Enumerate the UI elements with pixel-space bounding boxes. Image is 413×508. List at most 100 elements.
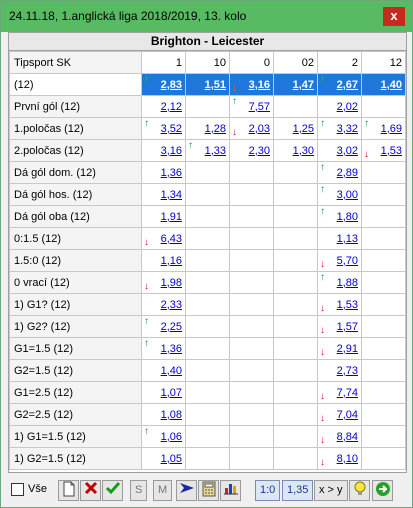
- odds-link[interactable]: 1,08: [161, 409, 182, 421]
- odds-cell-1[interactable]: 1,40: [141, 359, 186, 382]
- odds-cell-02[interactable]: 1,30: [273, 139, 318, 162]
- odds-link[interactable]: 3,16: [249, 79, 270, 91]
- chart-button[interactable]: [220, 480, 241, 501]
- odds-link[interactable]: 1,13: [337, 233, 358, 245]
- odds-link[interactable]: 3,32: [337, 123, 358, 135]
- delete-button[interactable]: [80, 480, 101, 501]
- odds-link[interactable]: 1,69: [381, 123, 402, 135]
- odds-link[interactable]: 8,84: [337, 431, 358, 443]
- odds-cell-2[interactable]: ↑ 3,32: [317, 117, 362, 140]
- compare-button[interactable]: x > y: [314, 480, 348, 501]
- odds-link[interactable]: 3,02: [337, 145, 358, 157]
- odds-cell-1[interactable]: ↓ 1,98: [141, 271, 186, 294]
- odds-link[interactable]: 2,89: [337, 167, 358, 179]
- odds-link[interactable]: 1,06: [161, 431, 182, 443]
- odds-cell-0[interactable]: 2,30: [229, 139, 274, 162]
- odds-cell-2[interactable]: ↑ 1,80: [317, 205, 362, 228]
- calculator-button[interactable]: [198, 480, 219, 501]
- odds-cell-10[interactable]: 1,51: [185, 73, 230, 96]
- odds-cell-1[interactable]: 1,16: [141, 249, 186, 272]
- odds-cell-2[interactable]: ↓ 8,84: [317, 425, 362, 448]
- odds-cell-1[interactable]: 1,08: [141, 403, 186, 426]
- odds-link[interactable]: 2,12: [161, 101, 182, 113]
- odds-link[interactable]: 1,05: [161, 453, 182, 465]
- close-button[interactable]: x: [383, 7, 405, 26]
- odds-cell-2[interactable]: ↑ 1,88: [317, 271, 362, 294]
- col-header-12[interactable]: 12: [361, 51, 406, 74]
- odds-link[interactable]: 1,51: [205, 79, 226, 91]
- odds-link[interactable]: 3,52: [161, 123, 182, 135]
- odds-cell-2[interactable]: 2,73: [317, 359, 362, 382]
- send-button[interactable]: [176, 480, 197, 501]
- odds-cell-10[interactable]: 1,28: [185, 117, 230, 140]
- odds-link[interactable]: 7,57: [249, 101, 270, 113]
- odds-cell-2[interactable]: ↑ 3,00: [317, 183, 362, 206]
- odds-link[interactable]: 2,67: [337, 79, 358, 91]
- col-header-2[interactable]: 2: [317, 51, 362, 74]
- odds-cell-1[interactable]: ↑ 3,52: [141, 117, 186, 140]
- odds-link[interactable]: 1,34: [161, 189, 182, 201]
- odds-link[interactable]: 1,40: [161, 365, 182, 377]
- odds-cell-1[interactable]: ↓ 6,43: [141, 227, 186, 250]
- odds-link[interactable]: 1,07: [161, 387, 182, 399]
- odds-cell-1[interactable]: 1,36: [141, 161, 186, 184]
- odds-link[interactable]: 2,02: [337, 101, 358, 113]
- odds-link[interactable]: 1,28: [205, 123, 226, 135]
- odds-cell-1[interactable]: 2,12: [141, 95, 186, 118]
- odds-link[interactable]: 3,16: [161, 145, 182, 157]
- odds-link[interactable]: 1,53: [337, 299, 358, 311]
- col-header-1[interactable]: 1: [141, 51, 186, 74]
- odds-link[interactable]: 7,74: [337, 387, 358, 399]
- odds-cell-1[interactable]: 1,07: [141, 381, 186, 404]
- go-button[interactable]: [372, 480, 393, 501]
- odds-cell-2[interactable]: ↓ 2,91: [317, 337, 362, 360]
- odds-link[interactable]: 1,36: [161, 343, 182, 355]
- odds-cell-0[interactable]: ↑ 7,57: [229, 95, 274, 118]
- odds-link[interactable]: 7,04: [337, 409, 358, 421]
- odds-cell-2[interactable]: 2,02: [317, 95, 362, 118]
- odds-link[interactable]: 1,57: [337, 321, 358, 333]
- col-header-0[interactable]: 0: [229, 51, 274, 74]
- hint-button[interactable]: [349, 480, 370, 501]
- odds-link[interactable]: 1,25: [293, 123, 314, 135]
- odds-link[interactable]: 5,70: [337, 255, 358, 267]
- odds-cell-1[interactable]: 3,16: [141, 139, 186, 162]
- odds-cell-12[interactable]: 1,40: [361, 73, 406, 96]
- odds-cell-1[interactable]: ↑ 1,36: [141, 337, 186, 360]
- odds-link[interactable]: 8,10: [337, 453, 358, 465]
- odds-cell-2[interactable]: ↓ 1,57: [317, 315, 362, 338]
- odds-cell-2[interactable]: ↓ 1,53: [317, 293, 362, 316]
- ratio-button[interactable]: 1:0: [255, 480, 281, 501]
- odds-cell-02[interactable]: 1,47: [273, 73, 318, 96]
- odds-link[interactable]: 1,47: [293, 79, 314, 91]
- odds-link[interactable]: 3,00: [337, 189, 358, 201]
- odds-link[interactable]: 1,91: [161, 211, 182, 223]
- col-header-10[interactable]: 10: [185, 51, 230, 74]
- odds-cell-2[interactable]: ↓ 8,10: [317, 447, 362, 470]
- odds-cell-2[interactable]: ↓ 7,04: [317, 403, 362, 426]
- new-document-button[interactable]: [58, 480, 79, 501]
- odds-link[interactable]: 2,03: [249, 123, 270, 135]
- odds-cell-2[interactable]: 1,13: [317, 227, 362, 250]
- odds-cell-2[interactable]: ↓ 7,74: [317, 381, 362, 404]
- odds-cell-1[interactable]: ↑ 1,06: [141, 425, 186, 448]
- odds-link[interactable]: 2,25: [161, 321, 182, 333]
- odds-cell-2[interactable]: 3,02: [317, 139, 362, 162]
- odds-cell-1[interactable]: 1,91: [141, 205, 186, 228]
- odds-cell-2[interactable]: ↓ 5,70: [317, 249, 362, 272]
- odds-cell-1[interactable]: ↑ 2,25: [141, 315, 186, 338]
- odds-link[interactable]: 1,80: [337, 211, 358, 223]
- select-all-checkbox[interactable]: [11, 483, 24, 496]
- odds-link[interactable]: 6,43: [161, 233, 182, 245]
- odds-cell-12[interactable]: ↓ 1,53: [361, 139, 406, 162]
- odds-cell-2[interactable]: ↑ 2,89: [317, 161, 362, 184]
- s-button[interactable]: S: [130, 480, 148, 501]
- odds-cell-1[interactable]: 1,05: [141, 447, 186, 470]
- odds-cell-2[interactable]: ↑ 2,67: [317, 73, 362, 96]
- odds-format-button[interactable]: 1,35: [282, 480, 314, 501]
- odds-link[interactable]: 1,98: [161, 277, 182, 289]
- odds-link[interactable]: 1,53: [381, 145, 402, 157]
- title-bar[interactable]: 24.11.18, 1.anglická liga 2018/2019, 13.…: [1, 1, 412, 32]
- odds-cell-02[interactable]: 1,25: [273, 117, 318, 140]
- odds-cell-0[interactable]: ↓ 3,16: [229, 73, 274, 96]
